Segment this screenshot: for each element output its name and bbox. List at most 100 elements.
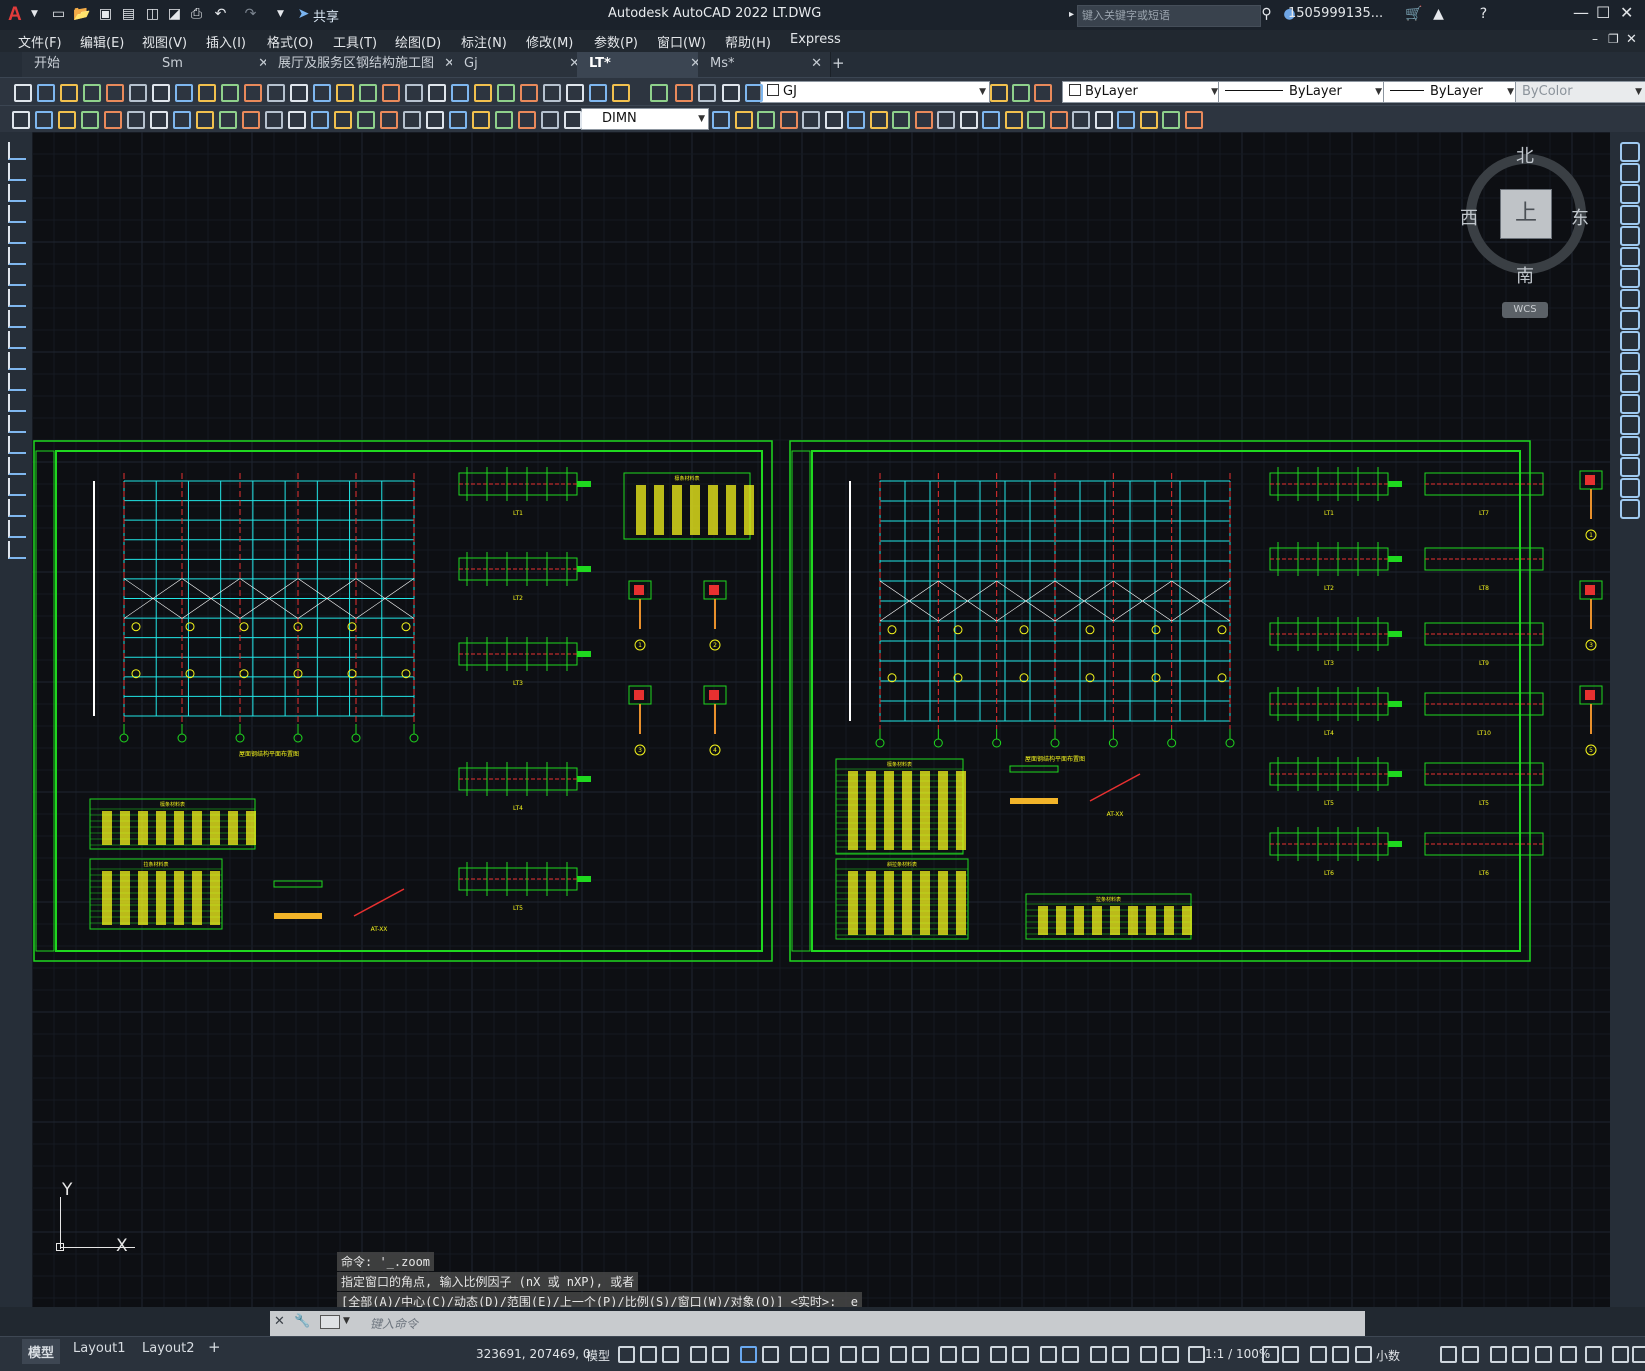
draw-modify-tool-icon[interactable] <box>892 111 910 129</box>
draw-modify-tool-icon[interactable] <box>196 111 214 129</box>
status-toggle-icon[interactable] <box>1062 1346 1079 1363</box>
color-dropdown[interactable]: ByLayer ▼ <box>1062 81 1222 103</box>
linetype-dropdown[interactable]: ByLayer ▼ <box>1218 81 1386 103</box>
menu-parameters[interactable]: 参数(P) <box>594 32 638 51</box>
draw-modify-tool-icon[interactable] <box>35 111 53 129</box>
menu-express[interactable]: Express <box>790 32 841 47</box>
draw-modify-tool-icon[interactable] <box>288 111 306 129</box>
menu-dimension[interactable]: 标注(N) <box>461 32 507 51</box>
status-toggle-icon[interactable] <box>762 1346 779 1363</box>
doc-restore-icon[interactable]: ❐ <box>1608 32 1619 46</box>
close-icon[interactable]: ✕ <box>1620 3 1633 22</box>
draw-modify-tool-icon[interactable] <box>426 111 444 129</box>
plot-icon[interactable]: ⎙ <box>188 6 205 23</box>
model-space-drawing[interactable]: 屋面钢结构平面布置图 LT1 LT2 LT3 LT4 LT5 1 2 3 4 檩条材料表拉条材料表 檩… <box>32 132 1610 1307</box>
draw-tool-icon[interactable] <box>8 268 26 286</box>
draw-tool-icon[interactable] <box>8 163 26 181</box>
chevron-down-icon[interactable]: ▼ <box>343 1316 350 1326</box>
draw-modify-tool-icon[interactable] <box>712 111 730 129</box>
menu-modify[interactable]: 修改(M) <box>526 32 573 51</box>
command-close-icon[interactable]: ✕ <box>274 1314 285 1329</box>
status-toggle-icon[interactable] <box>1462 1346 1479 1363</box>
status-toggle-icon[interactable] <box>940 1346 957 1363</box>
status-toggle-icon[interactable] <box>1440 1346 1457 1363</box>
wcs-menu-button[interactable]: WCS <box>1502 302 1548 318</box>
modify-tool-icon[interactable] <box>1620 268 1640 288</box>
draw-tool-icon[interactable] <box>8 247 26 265</box>
status-toggle-icon[interactable] <box>1332 1346 1349 1363</box>
status-toggle-icon[interactable] <box>1490 1346 1507 1363</box>
draw-tool-icon[interactable] <box>8 331 26 349</box>
draw-tool-icon[interactable] <box>8 499 26 517</box>
tab-close-icon[interactable]: ✕ <box>811 52 822 76</box>
maximize-icon[interactable]: ☐ <box>1596 3 1610 22</box>
doc-minimize-icon[interactable]: – <box>1592 32 1598 46</box>
status-toggle-icon[interactable] <box>912 1346 929 1363</box>
command-recent-icon[interactable] <box>320 1315 340 1329</box>
menu-edit[interactable]: 编辑(E) <box>80 32 124 51</box>
draw-modify-tool-icon[interactable] <box>127 111 145 129</box>
redo-icon[interactable]: ↷ <box>242 6 259 23</box>
status-toggle-icon[interactable] <box>890 1346 907 1363</box>
help-search-input[interactable]: 键入关键字或短语 <box>1077 5 1261 27</box>
draw-modify-tool-icon[interactable] <box>757 111 775 129</box>
status-toggle-icon[interactable] <box>1310 1346 1327 1363</box>
standard-tool-icon[interactable] <box>589 84 607 102</box>
search-icon[interactable]: ⚲ <box>1258 6 1275 23</box>
layout-tab-layout2[interactable]: Layout2 <box>142 1341 194 1356</box>
draw-modify-tool-icon[interactable] <box>982 111 1000 129</box>
standard-tool-icon[interactable] <box>152 84 170 102</box>
menu-view[interactable]: 视图(V) <box>142 32 187 51</box>
draw-tool-icon[interactable] <box>8 541 26 559</box>
draw-modify-tool-icon[interactable] <box>380 111 398 129</box>
standard-tool-icon[interactable] <box>244 84 262 102</box>
standard-tool-icon[interactable] <box>175 84 193 102</box>
status-toggle-icon[interactable] <box>1632 1346 1645 1363</box>
status-toggle-icon[interactable] <box>662 1346 679 1363</box>
layer-dropdown[interactable]: GJ ▼ <box>760 81 990 103</box>
standard-tool-icon[interactable] <box>543 84 561 102</box>
draw-modify-tool-icon[interactable] <box>870 111 888 129</box>
doc-close-icon[interactable]: ✕ <box>1626 32 1637 47</box>
draw-modify-tool-icon[interactable] <box>150 111 168 129</box>
standard-tool-icon[interactable] <box>474 84 492 102</box>
menu-tools[interactable]: 工具(T) <box>333 32 377 51</box>
draw-tool-icon[interactable] <box>8 415 26 433</box>
draw-modify-tool-icon[interactable] <box>1050 111 1068 129</box>
draw-modify-tool-icon[interactable] <box>780 111 798 129</box>
draw-modify-tool-icon[interactable] <box>12 111 30 129</box>
draw-modify-tool-icon[interactable] <box>265 111 283 129</box>
draw-tool-icon[interactable] <box>8 520 26 538</box>
save-as-icon[interactable]: ▤ <box>120 6 137 23</box>
menu-file[interactable]: 文件(F) <box>18 32 62 51</box>
draw-modify-tool-icon[interactable] <box>847 111 865 129</box>
draw-modify-tool-icon[interactable] <box>1185 111 1203 129</box>
draw-modify-tool-icon[interactable] <box>915 111 933 129</box>
draw-modify-tool-icon[interactable] <box>495 111 513 129</box>
status-toggle-icon[interactable] <box>1612 1346 1629 1363</box>
modify-tool-icon[interactable] <box>1620 289 1640 309</box>
modify-tool-icon[interactable] <box>1620 436 1640 456</box>
draw-tool-icon[interactable] <box>8 478 26 496</box>
units-display[interactable]: 小数 <box>1376 1347 1400 1364</box>
save-icon[interactable]: ▣ <box>97 6 114 23</box>
draw-tool-icon[interactable] <box>8 226 26 244</box>
draw-tool-icon[interactable] <box>8 289 26 307</box>
status-toggle-icon[interactable] <box>1090 1346 1107 1363</box>
draw-modify-tool-icon[interactable] <box>1140 111 1158 129</box>
status-toggle-icon[interactable] <box>690 1346 707 1363</box>
draw-modify-tool-icon[interactable] <box>242 111 260 129</box>
drawing-area[interactable]: 屋面钢结构平面布置图 LT1 LT2 LT3 LT4 LT5 1 2 3 4 檩条材料表 拉条材料表 檩… <box>32 132 1610 1307</box>
standard-tool-icon[interactable] <box>428 84 446 102</box>
modify-tool-icon[interactable] <box>1620 331 1640 351</box>
add-layout-icon[interactable]: + <box>208 1338 221 1356</box>
standard-tool-icon[interactable] <box>106 84 124 102</box>
modify-tool-icon[interactable] <box>1620 499 1640 519</box>
tab-ms[interactable]: Ms* ✕ <box>698 52 831 77</box>
draw-modify-tool-icon[interactable] <box>1162 111 1180 129</box>
draw-tool-icon[interactable] <box>8 457 26 475</box>
standard-tool-icon[interactable] <box>37 84 55 102</box>
draw-modify-tool-icon[interactable] <box>541 111 559 129</box>
modify-tool-icon[interactable] <box>1620 415 1640 435</box>
coordinates-readout[interactable]: 323691, 207469, 0 <box>476 1347 591 1361</box>
